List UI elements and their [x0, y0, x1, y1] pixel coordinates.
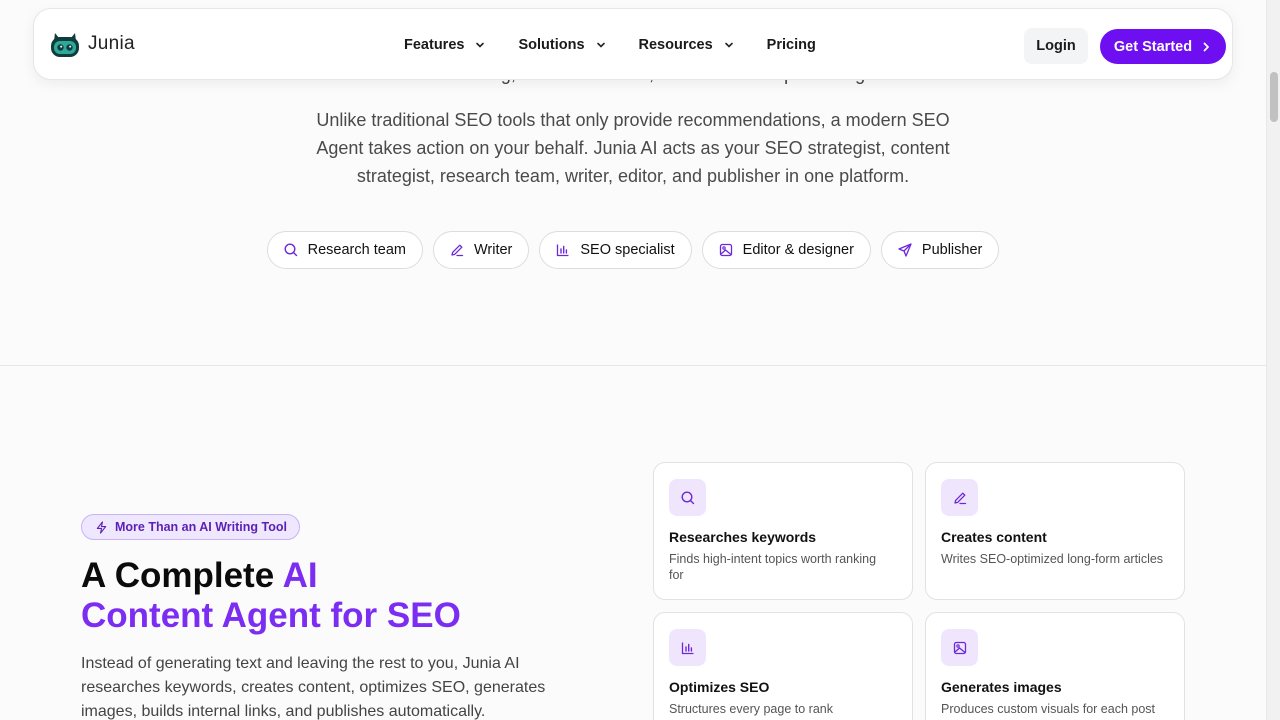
pill-label: Editor & designer — [742, 242, 854, 258]
main-nav: Features Solutions Resources Pricing — [404, 9, 848, 81]
brand-logo[interactable]: Junia — [48, 29, 135, 59]
login-button[interactable]: Login — [1024, 28, 1088, 64]
section-divider — [0, 365, 1266, 366]
feature-description: Writes SEO-optimized long-form articles — [941, 552, 1164, 566]
pill-label: Research team — [307, 242, 406, 258]
nav-resources-label: Resources — [638, 37, 713, 53]
get-started-button[interactable]: Get Started — [1100, 29, 1226, 64]
feature-title: Generates images — [941, 679, 1062, 695]
section-headline: A Complete AI Content Agent for SEO — [81, 556, 461, 636]
pill-publisher[interactable]: Publisher — [880, 231, 1000, 269]
feature-title: Creates content — [941, 529, 1047, 545]
feature-card-optimizes-seo: Optimizes SEO Structures every page to r… — [653, 612, 913, 720]
feature-card-generates-images: Generates images Produces custom visuals… — [925, 612, 1185, 720]
pill-label: SEO specialist — [580, 242, 675, 258]
lightning-icon — [96, 520, 107, 534]
nav-features-label: Features — [404, 37, 465, 53]
pill-seo-specialist[interactable]: SEO specialist — [539, 231, 692, 269]
pill-label: Publisher — [921, 242, 983, 258]
headline-plain: A Complete — [81, 556, 283, 595]
role-pills: Research team Writer SEO specialist Edit… — [0, 231, 1266, 269]
feature-description: Finds high-intent topics worth ranking f… — [669, 552, 877, 582]
feature-description: Structures every page to rank — [669, 702, 833, 716]
chevron-down-icon — [724, 42, 733, 48]
send-icon — [898, 243, 912, 257]
pill-research-team[interactable]: Research team — [266, 231, 423, 269]
bar-chart-icon — [557, 244, 569, 257]
nav-solutions-label: Solutions — [518, 37, 585, 53]
section-badge: More Than an AI Writing Tool — [81, 514, 300, 540]
headline-accent-ai: AI — [282, 556, 318, 595]
chevron-down-icon — [476, 42, 485, 48]
brand-name: Junia — [88, 33, 135, 54]
search-icon — [669, 479, 706, 516]
get-started-label: Get Started — [1113, 38, 1193, 55]
scrollbar-thumb[interactable] — [1270, 72, 1278, 122]
intro-paragraph: Unlike traditional SEO tools that only p… — [316, 110, 950, 186]
section-description: Instead of generating text and leaving t… — [81, 655, 546, 720]
bar-chart-icon — [669, 629, 706, 666]
nav-pricing[interactable]: Pricing — [767, 37, 816, 53]
nav-solutions[interactable]: Solutions — [518, 37, 606, 53]
nav-resources[interactable]: Resources — [639, 37, 735, 53]
nav-features[interactable]: Features — [404, 37, 486, 53]
pill-writer[interactable]: Writer — [432, 231, 530, 269]
pen-icon — [451, 244, 464, 257]
search-icon — [284, 243, 297, 257]
top-nav-bar: Junia Features Solutions Resources Prici… — [33, 8, 1233, 80]
feature-title: Optimizes SEO — [669, 679, 770, 695]
chevron-down-icon — [596, 42, 605, 48]
pen-icon — [941, 479, 978, 516]
intro-section: Unlike traditional SEO tools that only p… — [0, 106, 1266, 190]
image-icon — [941, 629, 978, 666]
robot-logo-icon — [48, 29, 82, 59]
feature-description: Produces custom visuals for each post — [941, 702, 1155, 716]
pill-label: Writer — [473, 242, 513, 258]
nav-pricing-label: Pricing — [766, 37, 816, 53]
pill-editor-designer[interactable]: Editor & designer — [701, 231, 871, 269]
section-badge-label: More Than an AI Writing Tool — [115, 520, 287, 534]
page-scrollbar[interactable] — [1266, 0, 1280, 720]
feature-card-researches-keywords: Researches keywords Finds high-intent to… — [653, 462, 913, 600]
feature-title: Researches keywords — [669, 529, 817, 545]
chevron-right-icon — [1203, 42, 1209, 51]
feature-card-creates-content: Creates content Writes SEO-optimized lon… — [925, 462, 1185, 600]
headline-accent-rest: Content Agent for SEO — [81, 596, 461, 635]
image-icon — [719, 243, 732, 257]
page: internal linking, content creation, and … — [0, 0, 1266, 720]
